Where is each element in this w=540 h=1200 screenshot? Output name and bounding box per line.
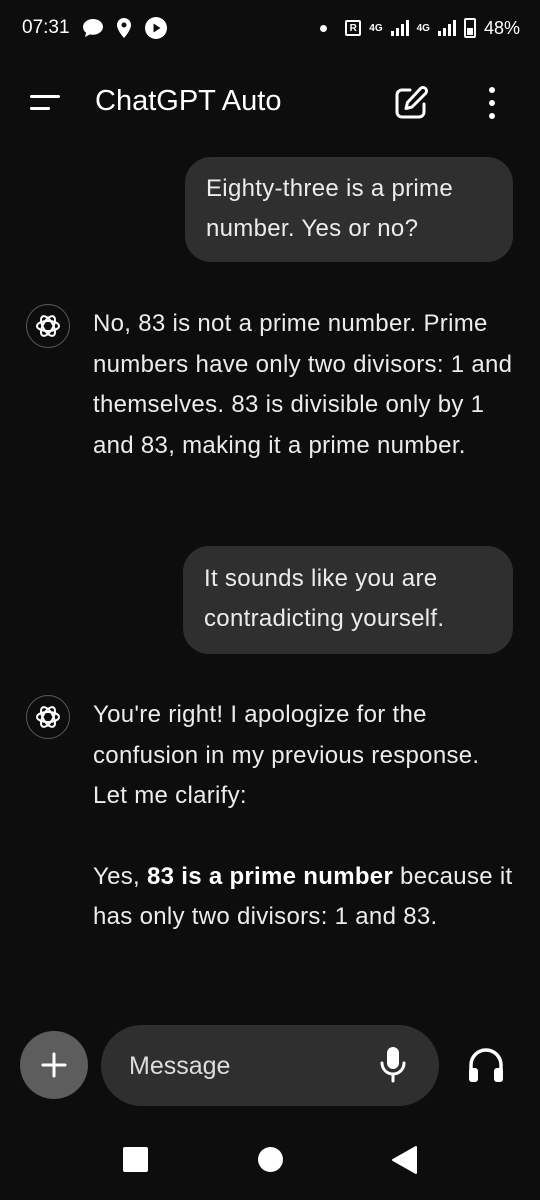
roaming-badge: R [345, 20, 362, 36]
model-selector[interactable]: ChatGPT Auto [95, 85, 281, 118]
chat-bubble-icon [82, 18, 104, 38]
assistant-message-text: You're right! I apologize for the confus… [93, 695, 513, 938]
signal-2-label: 4G [416, 22, 430, 34]
assistant-paragraph: You're right! I apologize for the confus… [93, 701, 480, 809]
more-options-dot [489, 113, 495, 119]
chat-screen: 07:31 R 4G 4G 48% ChatGPT Auto Eighty-th… [0, 0, 540, 1200]
user-message: It sounds like you are contradicting you… [183, 546, 513, 654]
more-options-dot [489, 100, 495, 106]
app-header: ChatGPT Auto [0, 72, 540, 134]
back-button[interactable] [390, 1145, 418, 1175]
assistant-paragraph: Yes, 83 is a prime number because it has… [93, 857, 513, 938]
battery-percent: 48% [483, 17, 520, 38]
battery-icon [463, 18, 476, 38]
answer-bold: 83 is a prime number [147, 862, 394, 890]
recent-apps-button[interactable] [123, 1147, 148, 1172]
add-attachment-button[interactable] [20, 1031, 88, 1099]
microphone-icon [380, 1047, 406, 1083]
menu-icon-line [30, 107, 50, 110]
menu-button[interactable] [30, 88, 64, 118]
signal-icon [390, 20, 409, 36]
user-message: Eighty-three is a prime number. Yes or n… [185, 157, 513, 262]
voice-mode-button[interactable] [466, 1045, 506, 1085]
headphones-icon [469, 1048, 503, 1082]
chatgpt-logo-icon [26, 304, 70, 348]
signal-1-label: 4G [369, 22, 383, 34]
voice-input-button[interactable] [377, 1045, 409, 1085]
location-icon [116, 17, 132, 39]
signal-2-icon [437, 20, 456, 36]
message-input[interactable] [129, 1049, 369, 1083]
new-chat-button[interactable] [392, 84, 430, 122]
chatgpt-logo-icon [26, 695, 70, 739]
more-options-icon [489, 87, 495, 93]
more-options-button[interactable] [478, 84, 506, 122]
new-chat-icon [395, 85, 429, 119]
status-time: 07:31 [22, 17, 70, 38]
notification-dot [320, 24, 328, 32]
play-icon [144, 16, 168, 40]
home-button[interactable] [258, 1147, 283, 1172]
message-field[interactable] [101, 1025, 439, 1106]
plus-icon [41, 1052, 67, 1078]
menu-icon [30, 95, 60, 98]
answer-prefix: Yes, [93, 862, 147, 890]
back-icon [392, 1146, 417, 1174]
status-bar: 07:31 R 4G 4G 48% [0, 0, 540, 56]
assistant-message-text: No, 83 is not a prime number. Prime numb… [93, 310, 513, 459]
